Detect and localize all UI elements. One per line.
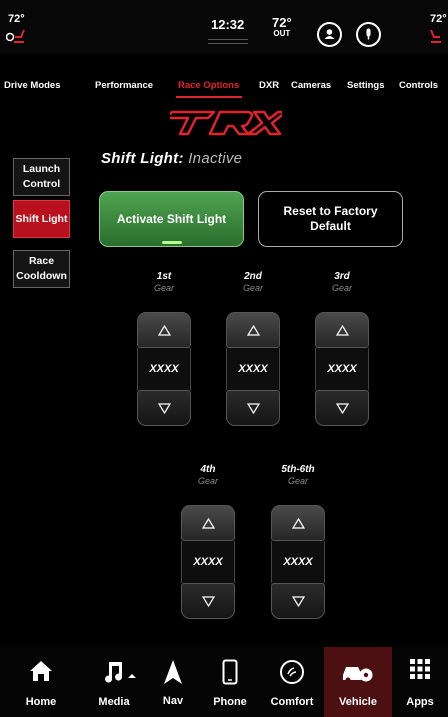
gear-label-2nd: 2nd Gear [242,271,263,293]
divider [208,43,248,44]
user-icon [324,29,335,39]
up-arrow-icon [201,517,215,529]
vehicle-tabs: Drive Modes Performance Race Options DXR… [0,74,448,98]
down-arrow-icon [201,595,215,607]
gear-rpm-value: XXXX [271,541,325,583]
microphone-icon [366,28,371,40]
shift-light-status: Shift Light: Inactive [101,150,242,167]
nav-home-label: Home [25,696,57,708]
status-bar: 72° 12:32 72° OUT 72° [0,0,448,54]
reset-label: Reset to Factory Default [283,204,378,233]
left-temperature[interactable]: 72° [8,13,25,25]
increment-button[interactable] [181,505,235,541]
clock: 12:32 [211,17,245,32]
nav-media[interactable]: Media [82,647,146,717]
divider [208,39,248,40]
right-temperature[interactable]: 72° [430,13,447,25]
decrement-button[interactable] [137,390,191,426]
comfort-icon [280,660,304,684]
nav-home[interactable]: Home [0,647,82,717]
nav-vehicle-label: Vehicle [339,696,377,708]
tab-settings[interactable]: Settings [347,80,384,91]
nav-vehicle[interactable]: Vehicle [324,647,392,717]
increment-button[interactable] [226,312,280,348]
tab-cameras[interactable]: Cameras [291,80,331,91]
down-arrow-icon [246,402,260,414]
increment-button[interactable] [271,505,325,541]
home-icon [30,661,52,681]
nav-comfort[interactable]: Comfort [260,647,324,717]
nav-comfort-label: Comfort [270,696,314,708]
active-tab-indicator [176,96,242,98]
up-arrow-icon [291,517,305,529]
active-indicator [162,241,182,244]
up-arrow-icon [246,324,260,336]
down-arrow-icon [291,595,305,607]
gear-rpm-value: XXXX [137,348,191,390]
increment-button[interactable] [137,312,191,348]
heated-seat-icon[interactable] [6,28,28,44]
nav-apps-label: Apps [406,696,434,708]
reset-factory-default-button[interactable]: Reset to Factory Default [258,191,403,247]
decrement-button[interactable] [271,583,325,619]
tab-dxr[interactable]: DXR [259,80,279,91]
down-arrow-icon [335,402,349,414]
tab-performance[interactable]: Performance [95,80,153,91]
gear-label-3rd: 3rd Gear [331,271,352,293]
tab-drive-modes[interactable]: Drive Modes [4,80,61,91]
nav-navigation-label: Nav [162,695,184,707]
side-item-race-cooldown[interactable]: Race Cooldown [13,250,70,288]
decrement-button[interactable] [226,390,280,426]
shift-light-state: Inactive [188,150,243,167]
voice-button[interactable] [356,22,381,47]
increment-button[interactable] [315,312,369,348]
gear-stepper-2nd: XXXX [226,312,280,426]
gear-rpm-value: XXXX [315,348,369,390]
tab-controls[interactable]: Controls [399,80,438,91]
apps-grid-icon [410,659,430,679]
gear-rpm-value: XXXX [226,348,280,390]
nav-navigation[interactable]: Nav [146,647,200,717]
shift-light-title: Shift Light: [101,150,184,167]
nav-apps[interactable]: Apps [392,647,448,717]
activate-label: Activate Shift Light [116,211,227,226]
phone-icon [222,659,238,685]
bottom-nav: Home Media Nav Phone Comfort Vehicle App… [0,647,448,717]
side-item-launch-control[interactable]: Launch Control [13,158,70,196]
nav-phone[interactable]: Phone [200,647,260,717]
side-item-shift-light[interactable]: Shift Light [13,200,70,238]
gear-rpm-value: XXXX [181,541,235,583]
nav-phone-label: Phone [213,696,247,708]
heated-seat-right-icon[interactable] [429,28,448,44]
decrement-button[interactable] [181,583,235,619]
down-arrow-icon [157,402,171,414]
gear-label-1st: 1st Gear [153,271,174,293]
outside-temperature: 72° OUT [272,15,292,38]
nav-media-label: Media [98,696,130,708]
gear-label-4th: 4th Gear [197,464,218,486]
gear-stepper-1st: XXXX [137,312,191,426]
decrement-button[interactable] [315,390,369,426]
vehicle-settings-icon [343,667,373,683]
music-note-icon [105,662,136,683]
gear-stepper-3rd: XXXX [315,312,369,426]
gear-label-5th-6th: 5th-6th Gear [281,464,315,486]
trx-logo [170,110,282,136]
navigation-arrow-icon [164,660,182,684]
gear-stepper-4th: XXXX [181,505,235,619]
tab-race-options[interactable]: Race Options [178,80,239,91]
up-arrow-icon [335,324,349,336]
profile-button[interactable] [317,22,342,47]
activate-shift-light-button[interactable]: Activate Shift Light [99,191,244,247]
gear-stepper-5th-6th: XXXX [271,505,325,619]
up-arrow-icon [157,324,171,336]
